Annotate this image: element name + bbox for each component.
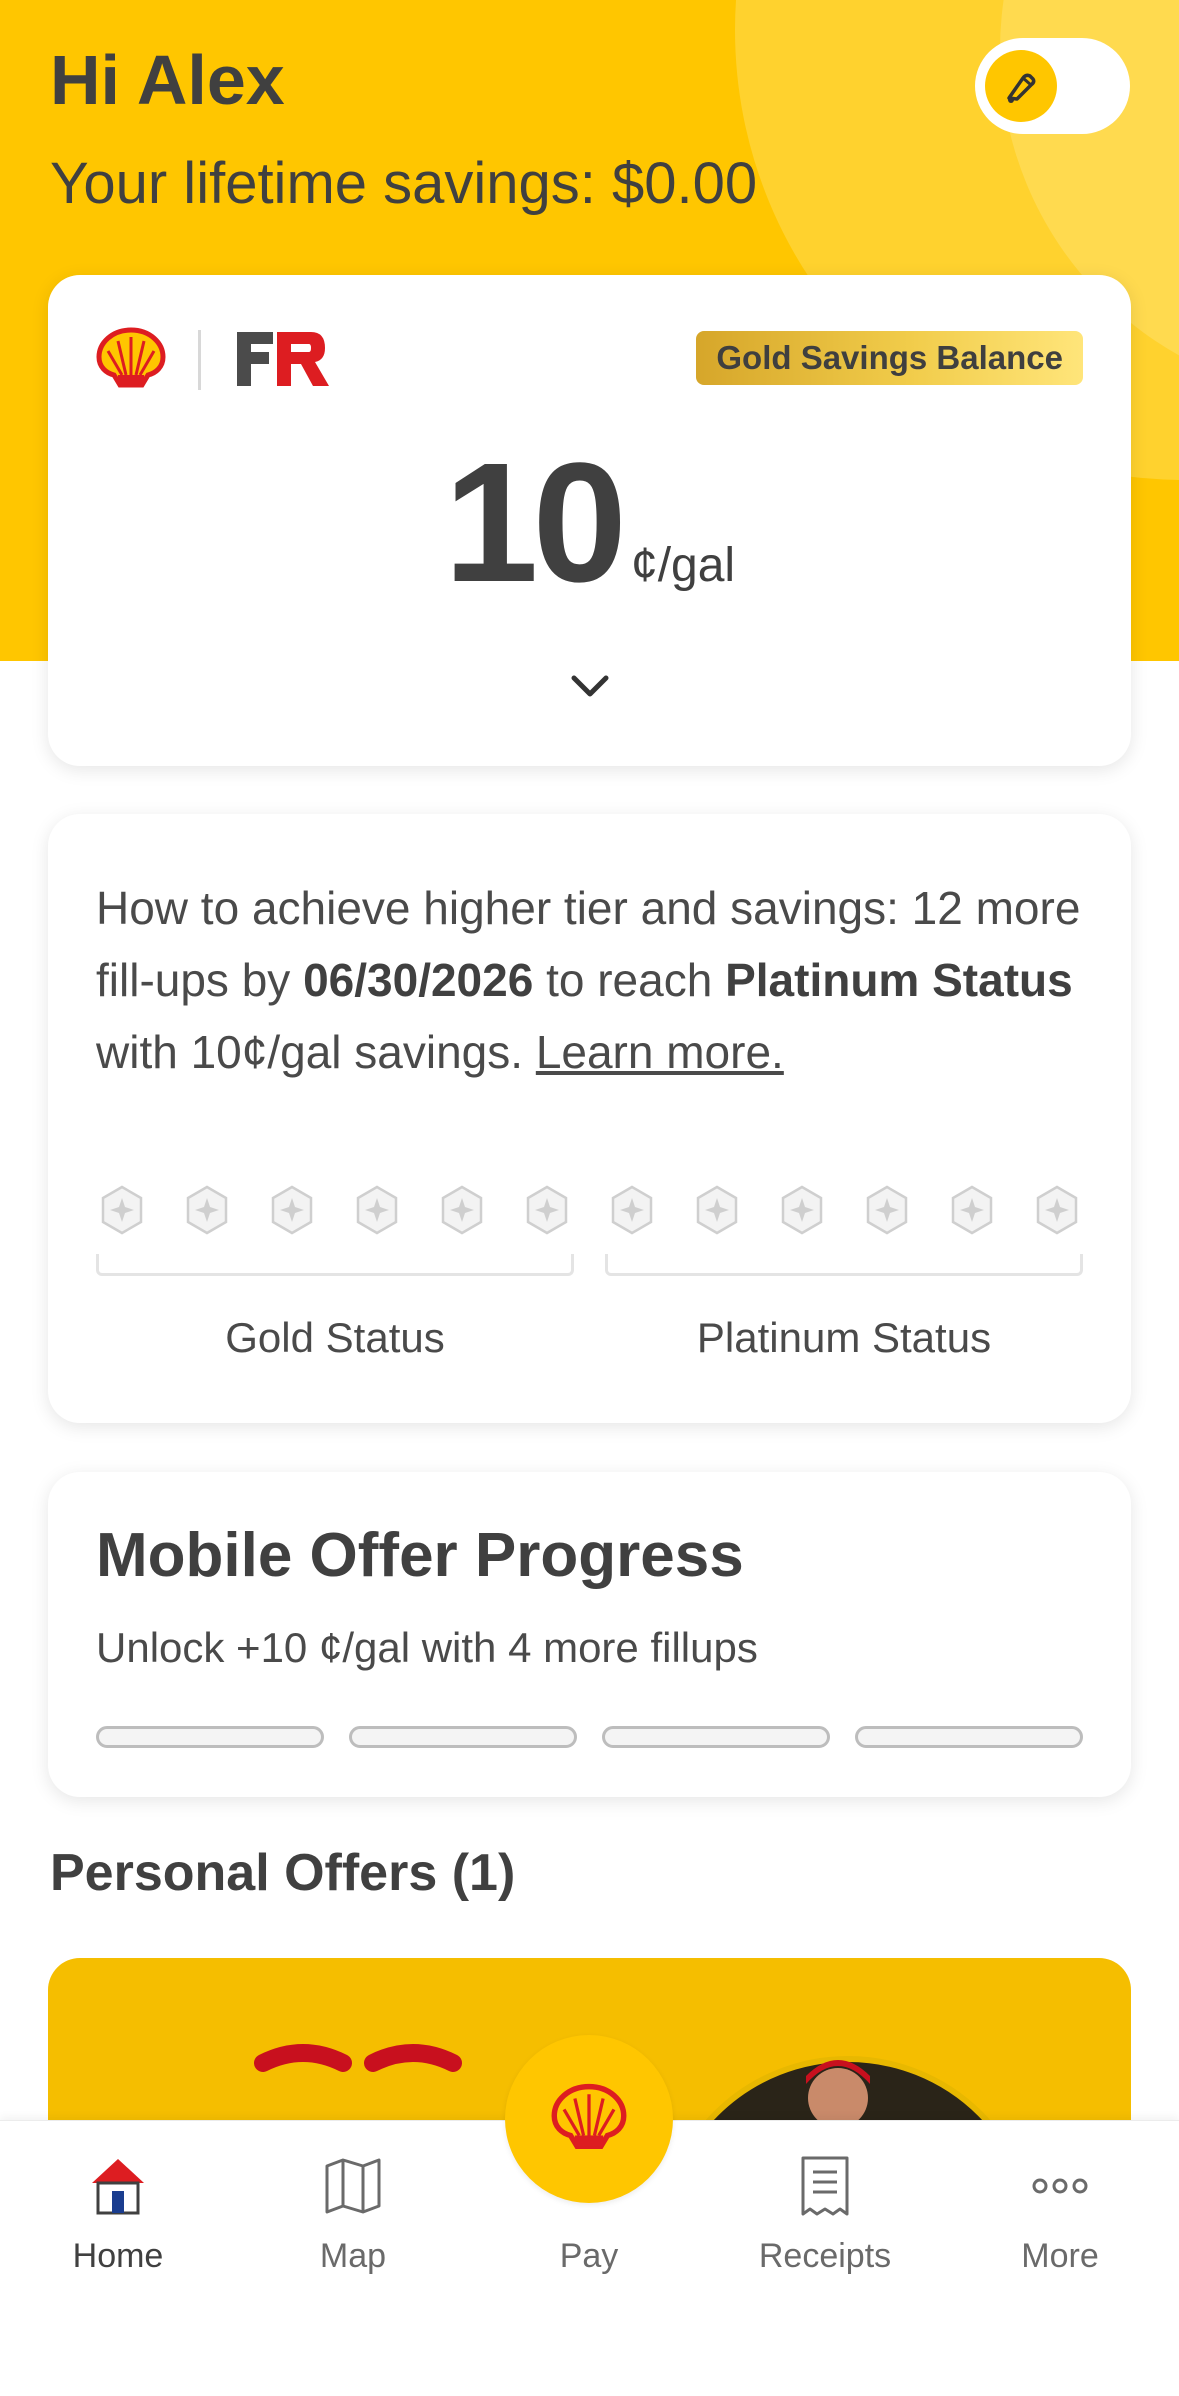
mobile-offer-progress-segment xyxy=(96,1726,324,1748)
fillup-star-icon xyxy=(436,1184,488,1236)
personal-offers-title: Personal Offers (1) xyxy=(50,1844,516,1902)
gold-bracket xyxy=(96,1254,574,1276)
tab-map[interactable]: Map xyxy=(253,2151,453,2276)
brand-logos xyxy=(96,325,333,395)
gold-savings-badge: Gold Savings Balance xyxy=(696,331,1083,385)
tab-label: Home xyxy=(72,2237,164,2275)
fillup-star-icon xyxy=(1031,1184,1083,1236)
greeting-title: Hi Alex xyxy=(50,41,285,119)
fillup-star-icon xyxy=(861,1184,913,1236)
tier-description: How to achieve higher tier and savings: … xyxy=(96,872,1083,1088)
learn-more-link[interactable]: Learn more. xyxy=(536,1026,784,1078)
fuel-mode-toggle[interactable] xyxy=(975,38,1130,134)
mobile-offer-progress-segment xyxy=(602,1726,830,1748)
tab-label: Pay xyxy=(559,2237,619,2275)
lifetime-savings: Your lifetime savings: $0.00 xyxy=(50,151,758,216)
tab-more[interactable]: More xyxy=(960,2151,1160,2276)
savings-balance-card[interactable]: Gold Savings Balance 10 ¢/gal xyxy=(48,275,1131,766)
mobile-offer-progress-segment xyxy=(855,1726,1083,1748)
fuel-rewards-logo-icon xyxy=(233,328,333,393)
fillup-star-icon xyxy=(776,1184,828,1236)
home-icon xyxy=(18,2151,218,2221)
more-dots-icon xyxy=(960,2151,1160,2221)
tier-target: Platinum Status xyxy=(725,954,1073,1006)
mobile-offer-progress xyxy=(96,1726,1083,1748)
tier-brackets xyxy=(96,1254,1083,1282)
fillup-star-icon xyxy=(606,1184,658,1236)
tier-text: with 10¢/gal savings. xyxy=(96,1026,536,1078)
chevron-down-icon[interactable] xyxy=(568,665,612,709)
pay-button[interactable] xyxy=(505,2035,673,2203)
mobile-offer-card[interactable]: Mobile Offer Progress Unlock +10 ¢/gal w… xyxy=(48,1472,1131,1797)
tab-home[interactable]: Home xyxy=(18,2151,218,2276)
fillup-star-icon xyxy=(96,1184,148,1236)
tab-label: Map xyxy=(319,2237,387,2275)
fillup-star-icon xyxy=(266,1184,318,1236)
tier-progress-card: How to achieve higher tier and savings: … xyxy=(48,814,1131,1423)
platinum-bracket xyxy=(605,1254,1083,1276)
fillup-progress-stars xyxy=(96,1184,1083,1236)
fillup-star-icon xyxy=(691,1184,743,1236)
tab-receipts[interactable]: Receipts xyxy=(725,2151,925,2276)
mobile-offer-subtitle: Unlock +10 ¢/gal with 4 more fillups xyxy=(96,1624,758,1671)
shell-pay-icon xyxy=(551,2083,627,2156)
savings-unit: ¢/gal xyxy=(631,539,736,592)
tab-label: More xyxy=(1021,2237,1099,2275)
mobile-offer-title: Mobile Offer Progress xyxy=(96,1521,744,1590)
fillup-star-icon xyxy=(181,1184,233,1236)
tier-deadline: 06/30/2026 xyxy=(303,954,534,1006)
tab-label: Receipts xyxy=(758,2237,892,2275)
tier-text: to reach xyxy=(533,954,726,1006)
map-icon xyxy=(253,2151,453,2221)
fillup-star-icon xyxy=(946,1184,998,1236)
shell-logo-icon xyxy=(96,326,166,394)
savings-amount: 10 xyxy=(443,428,627,618)
gold-status-label: Gold Status xyxy=(225,1314,445,1361)
fuel-nozzle-icon xyxy=(985,50,1057,122)
platinum-status-label: Platinum Status xyxy=(696,1314,992,1361)
fillup-star-icon xyxy=(351,1184,403,1236)
mobile-offer-progress-segment xyxy=(349,1726,577,1748)
brand-divider xyxy=(198,330,201,390)
fillup-star-icon xyxy=(521,1184,573,1236)
receipt-icon xyxy=(725,2151,925,2221)
savings-value: 10 ¢/gal xyxy=(48,425,1131,621)
